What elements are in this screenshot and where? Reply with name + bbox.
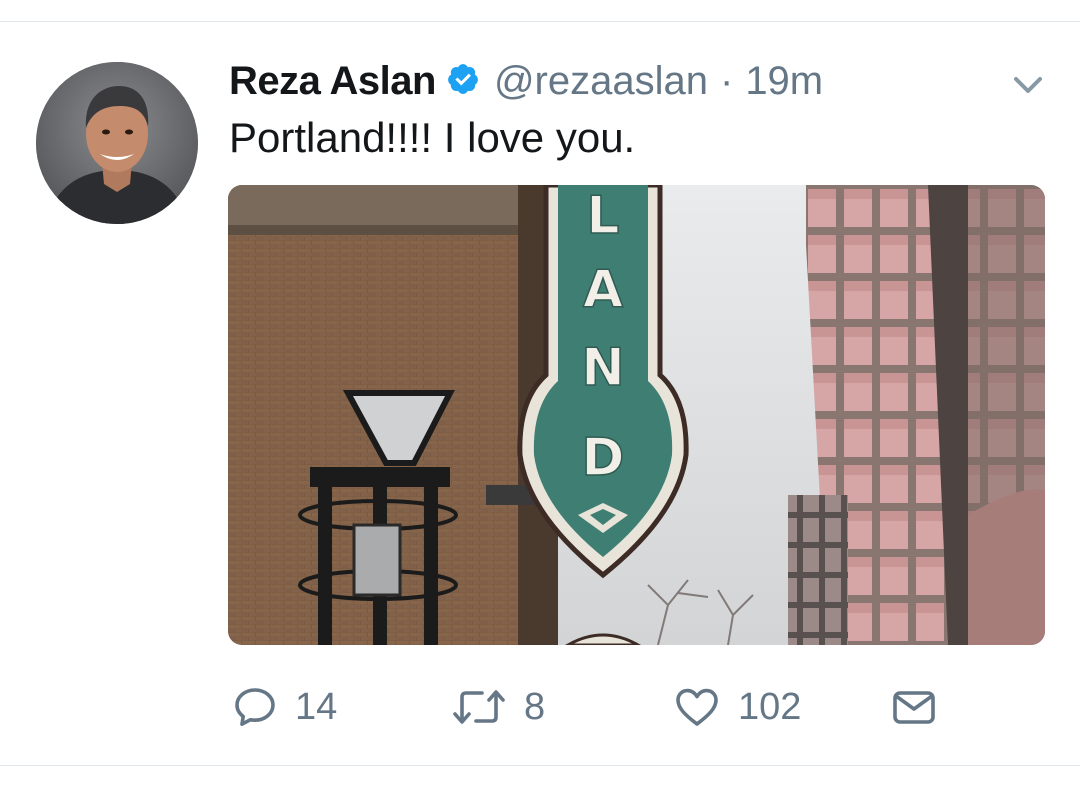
bottom-divider: [0, 765, 1080, 766]
reply-icon: [235, 688, 275, 726]
envelope-icon: [893, 691, 935, 724]
author-name[interactable]: Reza Aslan: [229, 59, 436, 104]
author-handle[interactable]: @rezaaslan: [494, 59, 708, 104]
chevron-down-icon[interactable]: [1008, 70, 1048, 100]
verified-badge-icon: [436, 62, 494, 101]
reply-button[interactable]: 14: [231, 682, 337, 732]
like-count: 102: [738, 685, 802, 728]
sign-letter: L: [586, 186, 619, 246]
tweet-header: Reza Aslan @rezaaslan · 19m: [229, 56, 823, 106]
tweet-photo[interactable]: L A N D: [228, 185, 1045, 645]
sign-letter: D: [581, 428, 624, 488]
direct-message-button[interactable]: [889, 682, 939, 732]
tweet-timestamp[interactable]: 19m: [745, 59, 823, 104]
sign-letter: A: [583, 260, 623, 320]
top-divider: [0, 21, 1080, 22]
sign-letter: N: [581, 338, 625, 398]
retweet-button[interactable]: 8: [450, 682, 545, 732]
reply-count: 14: [295, 685, 338, 728]
tweet-text: Portland!!!! I love you.: [229, 114, 636, 161]
retweet-icon: [453, 690, 505, 724]
avatar[interactable]: [36, 62, 198, 224]
heart-icon: [676, 688, 718, 726]
like-button[interactable]: 102: [672, 682, 801, 732]
retweet-count: 8: [524, 685, 546, 728]
separator-dot: ·: [719, 58, 734, 103]
